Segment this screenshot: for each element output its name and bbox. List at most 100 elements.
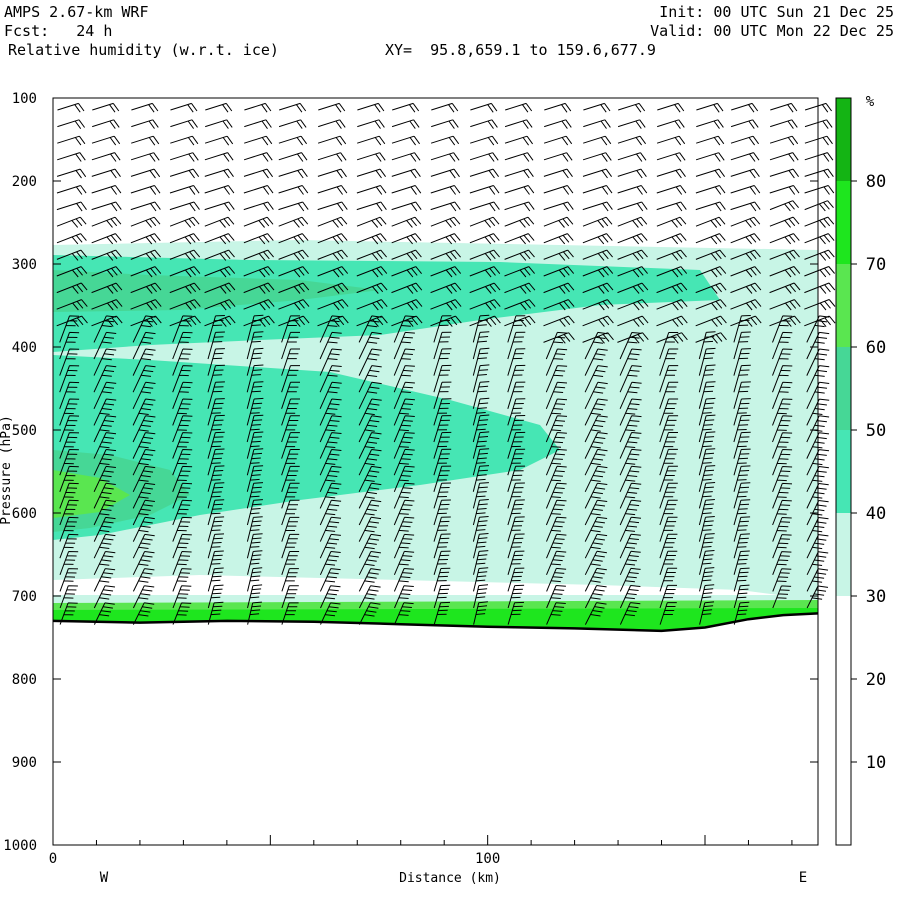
wind-barb: [469, 185, 500, 195]
wind-barb: [91, 201, 122, 212]
wind-barb: [695, 216, 726, 228]
wind-barb: [56, 201, 87, 212]
wind-barb: [695, 201, 726, 212]
wind-barb: [769, 233, 800, 245]
wind-barb: [543, 233, 574, 245]
wind-barb: [56, 216, 87, 228]
wind-barb: [130, 233, 161, 245]
wind-barb: [57, 102, 85, 113]
wind-barb: [130, 201, 161, 212]
wind-barb: [470, 119, 498, 129]
wind-barb: [470, 102, 498, 113]
wind-barb: [243, 216, 274, 228]
wind-barb: [695, 152, 725, 162]
wind-barb: [57, 152, 86, 162]
y-tick-label: 500: [12, 423, 37, 439]
wind-barb: [131, 119, 159, 129]
wind-barb: [543, 152, 573, 162]
wind-barb: [130, 152, 160, 162]
colorbar-unit: %: [866, 94, 875, 110]
colorbar-swatch: [836, 513, 851, 596]
wind-barb: [204, 185, 235, 195]
wind-barb: [92, 102, 120, 113]
wind-barb: [543, 185, 574, 195]
wind-barb: [243, 152, 273, 162]
wind-barb: [56, 168, 87, 179]
wind-barb: [430, 216, 461, 228]
y-tick-label: 700: [12, 589, 37, 605]
wind-barb: [204, 135, 234, 146]
wind-barb: [391, 152, 421, 162]
wind-barb: [696, 119, 724, 129]
wind-barb: [769, 168, 800, 179]
wind-barb: [244, 135, 273, 146]
wind-barb: [504, 119, 533, 129]
wind-barb: [430, 168, 460, 179]
wind-barb: [656, 233, 687, 245]
colorbar-swatch: [836, 679, 851, 762]
wind-barb: [730, 152, 760, 162]
wind-barb: [582, 168, 613, 179]
wind-barb: [656, 216, 687, 228]
colorbar-label: 20: [866, 670, 886, 690]
wind-barb: [505, 102, 533, 113]
wind-barb: [695, 233, 726, 245]
wind-barb: [469, 216, 500, 228]
wind-barb: [318, 102, 346, 113]
wind-barb: [278, 185, 309, 195]
wind-barb: [170, 135, 199, 146]
wind-barb: [317, 216, 348, 228]
wind-barb: [730, 201, 761, 212]
colorbar-label: 40: [866, 504, 886, 524]
y-tick-label: 800: [12, 672, 37, 688]
colorbar-label: 10: [866, 753, 886, 773]
wind-barb: [92, 119, 120, 129]
wind-barb: [583, 119, 611, 129]
wind-barb: [170, 119, 198, 129]
wind-barb: [91, 216, 122, 228]
below-ground-area: [53, 613, 818, 845]
wind-barb: [91, 168, 121, 179]
wind-barb: [391, 135, 421, 146]
wind-barb: [730, 233, 761, 245]
wind-barb: [430, 201, 461, 212]
wind-barb: [130, 185, 161, 195]
wind-barb: [56, 185, 87, 195]
wind-barb: [357, 135, 386, 146]
wind-barb: [57, 119, 86, 129]
wind-barb: [617, 233, 648, 245]
colorbar-label: 50: [866, 421, 886, 441]
wind-barb: [804, 233, 835, 245]
wind-barb: [656, 135, 686, 146]
wind-barb: [278, 119, 307, 129]
wind-barb: [730, 168, 760, 179]
wind-barb: [504, 168, 534, 179]
colorbar-swatch: [836, 347, 851, 430]
wind-barb: [356, 168, 387, 179]
wind-barb: [391, 185, 422, 195]
wind-barb: [430, 185, 461, 195]
wind-barb: [91, 152, 121, 162]
y-tick-label: 900: [12, 755, 37, 771]
wind-barb: [430, 135, 460, 146]
wind-barb: [278, 201, 309, 212]
colorbar-swatch: [836, 98, 851, 181]
wind-barb: [91, 185, 122, 195]
wind-barb: [469, 201, 500, 212]
wind-barb: [56, 233, 87, 245]
wind-barb: [170, 102, 198, 113]
wind-barb: [769, 200, 799, 212]
wind-barb: [504, 216, 535, 228]
wind-barb: [544, 102, 572, 113]
wind-barb: [204, 168, 234, 179]
wind-barb: [317, 152, 347, 162]
y-tick-label: 300: [12, 257, 37, 273]
wind-barb: [504, 152, 534, 162]
wind-barb: [770, 119, 798, 129]
wind-barb: [205, 119, 233, 129]
wind-barb: [391, 168, 421, 179]
wind-barb: [769, 185, 800, 195]
y-tick-label: 1000: [3, 838, 37, 854]
wind-barb: [804, 119, 833, 129]
wind-barb: [279, 102, 307, 113]
